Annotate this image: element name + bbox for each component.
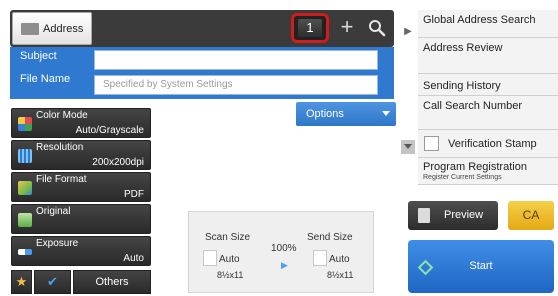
setting-value: 200x200dpi <box>92 157 144 168</box>
scan-send-size-panel[interactable]: Scan Size Auto 8½x11 100% ▶ Send Size Au… <box>188 211 374 293</box>
filename-input[interactable]: Specified by System Settings <box>94 75 378 95</box>
setting-exposure[interactable]: Exposure Auto <box>11 236 151 266</box>
setting-title: File Format <box>36 174 87 185</box>
address-count-highlight[interactable]: 1 <box>291 13 329 43</box>
menu-item-label: Call Search Number <box>423 100 523 112</box>
send-size-label: Send Size <box>307 232 353 243</box>
setting-original[interactable]: Original <box>11 204 151 234</box>
preview-icon <box>418 208 430 223</box>
setting-color-mode[interactable]: Color Mode Auto/Grayscale <box>11 108 151 138</box>
favorites-button[interactable]: ★ <box>11 270 32 294</box>
scan-document-icon <box>203 250 217 266</box>
menu-sending-history[interactable]: Sending History <box>418 74 558 96</box>
original-icon <box>18 213 32 227</box>
menu-item-label: Address Review <box>423 42 503 54</box>
checkmark-icon: ✔ <box>47 274 58 289</box>
address-button-label: Address <box>43 23 84 35</box>
setting-file-format[interactable]: File Format PDF <box>11 172 151 202</box>
scan-size-paper: 8½x11 <box>217 270 244 280</box>
address-book-icon <box>21 23 39 35</box>
others-button[interactable]: Others <box>73 270 151 294</box>
setting-title: Original <box>36 206 71 217</box>
send-size-value: Auto <box>329 254 350 265</box>
check-settings-button[interactable]: ✔ <box>34 270 71 294</box>
send-size-paper: 8½x11 <box>327 270 354 280</box>
options-label: Options <box>306 108 344 120</box>
setting-value: Auto/Grayscale <box>75 125 144 136</box>
setting-title: Resolution <box>36 142 84 153</box>
menu-item-label: Sending History <box>423 80 501 92</box>
menu-global-address-search[interactable]: Global Address Search <box>418 10 558 38</box>
exposure-icon <box>18 249 32 255</box>
menu-address-review[interactable]: Address Review <box>418 38 558 74</box>
setting-title: Color Mode <box>36 110 88 121</box>
subject-label: Subject <box>20 50 57 62</box>
clear-all-button[interactable]: CA <box>508 201 554 230</box>
setting-value: PDF <box>124 189 144 200</box>
verification-stamp-label: Verification Stamp <box>448 138 537 150</box>
setting-value: Auto <box>123 253 144 264</box>
color-mode-icon <box>18 117 32 131</box>
verification-stamp-checkbox[interactable] <box>424 136 439 151</box>
menu-item-label: Global Address Search <box>423 14 536 26</box>
subject-input[interactable] <box>94 50 378 70</box>
setting-resolution[interactable]: Resolution 200x200dpi <box>11 140 151 170</box>
arrow-right-icon: ▶ <box>281 260 288 270</box>
filename-label: File Name <box>20 73 71 85</box>
search-icon <box>369 20 386 37</box>
menu-item-sublabel: Register Current Settings <box>423 174 502 181</box>
setting-title: Exposure <box>36 238 79 249</box>
menu-item-label: Program Registration <box>423 161 527 173</box>
options-tab[interactable]: Options <box>296 102 396 126</box>
scroll-down-button[interactable] <box>401 140 415 154</box>
resolution-icon <box>18 149 32 163</box>
menu-program-registration[interactable]: Program Registration Register Current Se… <box>418 158 558 185</box>
star-icon: ★ <box>15 274 28 289</box>
add-address-button[interactable]: + <box>335 14 359 42</box>
address-count: 1 <box>298 19 322 37</box>
search-button[interactable] <box>364 14 390 42</box>
menu-call-search-number[interactable]: Call Search Number <box>418 96 558 130</box>
scan-size-value: Auto <box>219 254 240 265</box>
collapse-menu-icon[interactable]: ▶ <box>400 24 416 40</box>
caret-down-icon <box>382 111 390 116</box>
file-format-icon <box>18 181 32 195</box>
scale-ratio: 100% <box>271 243 297 254</box>
send-document-icon <box>313 250 327 266</box>
scan-size-label: Scan Size <box>205 232 251 243</box>
address-button[interactable]: Address <box>12 12 92 45</box>
